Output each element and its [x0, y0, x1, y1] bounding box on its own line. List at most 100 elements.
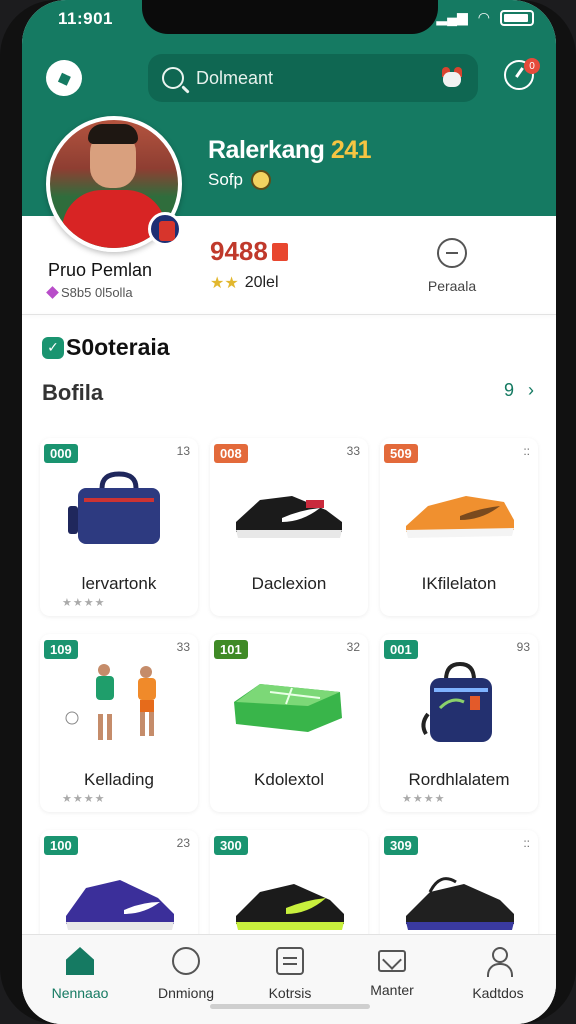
status-time: 11:901 [58, 9, 113, 28]
profile-meta: S8b5 0l5olla [46, 285, 133, 300]
players-image [65, 664, 156, 740]
nav-item-home[interactable]: Nennaao [30, 947, 130, 1001]
product-card[interactable]: 008 33 Daclexion [210, 438, 368, 616]
product-title: Daclexion [251, 574, 327, 593]
stat-rating-text: 20lel [244, 274, 279, 291]
sneaker-image [236, 496, 342, 538]
product-tag: 000 [44, 444, 78, 463]
product-tag: 309 [384, 836, 418, 855]
ball-icon [250, 170, 271, 190]
bottom-nav: Nennaao Dnmiong Kotrsis Manter Kadtdos [22, 934, 556, 1024]
chat-icon [172, 947, 200, 975]
product-tag: 109 [44, 640, 78, 659]
backpack-image [421, 662, 492, 742]
phone-frame: 11:901 ▂▄▆ ◠ ◆ Dolmeant 0 Ralerkang 241 [0, 0, 576, 1024]
product-card[interactable]: 000 13 lervartonk ★★★★ [40, 438, 198, 616]
product-stars: ★★★★ [402, 793, 446, 805]
sneaker-image [66, 880, 174, 930]
app-logo-icon[interactable]: ◆ [40, 54, 88, 102]
flag-icon [271, 242, 288, 261]
product-tag: 509 [384, 444, 418, 463]
product-tag: 001 [384, 640, 418, 659]
product-count: :: [523, 444, 530, 458]
nav-item-discover[interactable]: Dnmiong [136, 947, 236, 1001]
bag-image [68, 471, 160, 544]
stat-rating: ★★ 20lel [210, 273, 288, 293]
hero-subtitle-text: Sofp [208, 170, 243, 189]
hero-name: Ralerkang [208, 136, 325, 164]
nav-item-messages[interactable]: Manter [342, 947, 442, 998]
nav-label: Manter [370, 982, 414, 998]
face-icon [437, 238, 467, 268]
status-icons: ▂▄▆ ◠ [436, 9, 534, 26]
user-icon [484, 947, 513, 977]
nav-item-profile[interactable]: Kadtdos [448, 947, 548, 1001]
sneaker-image [236, 884, 344, 930]
product-count: 13 [176, 444, 190, 458]
product-stars: ★★★★ [62, 597, 106, 609]
product-card[interactable]: 001 93 Rordhlalatem ★★★★ [380, 634, 538, 812]
section-more[interactable]: 9 › [504, 380, 534, 401]
profile-meta-text: S8b5 0l5olla [61, 285, 133, 300]
star-icon: ★★ [210, 275, 239, 292]
home-indicator[interactable] [210, 1004, 370, 1009]
product-title: Kellading [84, 770, 154, 789]
battery-icon [500, 9, 534, 26]
brand-heading: ✓ S0oteraia [42, 334, 170, 361]
product-card[interactable]: 109 33 Kellading ★★★★ [40, 634, 198, 812]
nav-label: Nennaao [51, 985, 109, 1001]
mail-icon [378, 950, 406, 972]
product-card[interactable]: 101 32 Kdolextol [210, 634, 368, 812]
nav-label: Dnmiong [157, 985, 215, 1001]
profile-name: Pruo Pemlan [48, 260, 153, 280]
stat-number: 9488 [210, 236, 268, 266]
product-tag: 300 [214, 836, 248, 855]
product-title: Kdolextol [254, 770, 324, 789]
sneaker-image [406, 496, 514, 538]
chevron-right-icon[interactable]: › [528, 380, 534, 401]
product-count: 33 [346, 444, 360, 458]
mascot-icon[interactable] [440, 67, 464, 89]
product-tag: 100 [44, 836, 78, 855]
peer-button[interactable]: Peraala [422, 238, 482, 294]
product-tag: 008 [214, 444, 248, 463]
nav-label: Kadtdos [472, 985, 524, 1001]
product-count: 93 [516, 640, 530, 654]
product-count: 32 [346, 640, 360, 654]
product-stars: ★★★★ [62, 793, 106, 805]
app-screen: 11:901 ▂▄▆ ◠ ◆ Dolmeant 0 Ralerkang 241 [22, 0, 556, 1024]
home-icon [66, 947, 94, 975]
product-title: IKfilelaton [421, 574, 497, 593]
sneaker-image [406, 877, 514, 930]
product-count: 33 [176, 640, 190, 654]
product-grid: 000 13 lervartonk ★★★★ 008 33 Daclexion … [40, 438, 540, 1008]
hero-subtitle: Sofp [208, 170, 271, 190]
product-card[interactable]: 509 :: IKfilelaton [380, 438, 538, 616]
hero-title: Ralerkang 241 [208, 136, 372, 165]
search-icon [162, 67, 184, 89]
shield-icon: ✓ [42, 336, 64, 359]
diamond-icon [46, 286, 59, 299]
search-bar[interactable]: Dolmeant [148, 54, 478, 102]
signal-icon: ▂▄▆ [436, 9, 468, 25]
mat-image [234, 684, 342, 732]
section-title: Bofila [42, 380, 104, 405]
wifi-icon: ◠ [477, 9, 490, 25]
product-count: :: [523, 836, 530, 850]
team-badge-icon [148, 212, 182, 246]
section-more-icon[interactable]: 9 [504, 380, 514, 401]
peer-label: Peraala [427, 278, 477, 294]
notification-badge: 0 [524, 58, 540, 74]
document-icon [276, 947, 304, 975]
hero-number: 241 [330, 136, 372, 164]
product-title: Rordhlalatem [408, 770, 510, 789]
stat-value: 9488 [210, 236, 288, 267]
nav-label: Kotrsis [268, 985, 312, 1001]
product-tag: 101 [214, 640, 248, 659]
product-count: 23 [176, 836, 190, 850]
search-text: Dolmeant [196, 67, 274, 88]
divider [22, 314, 556, 315]
stats-block: 9488 ★★ 20lel [210, 236, 288, 293]
nav-item-orders[interactable]: Kotrsis [240, 947, 340, 1001]
product-title: lervartonk [81, 574, 157, 593]
